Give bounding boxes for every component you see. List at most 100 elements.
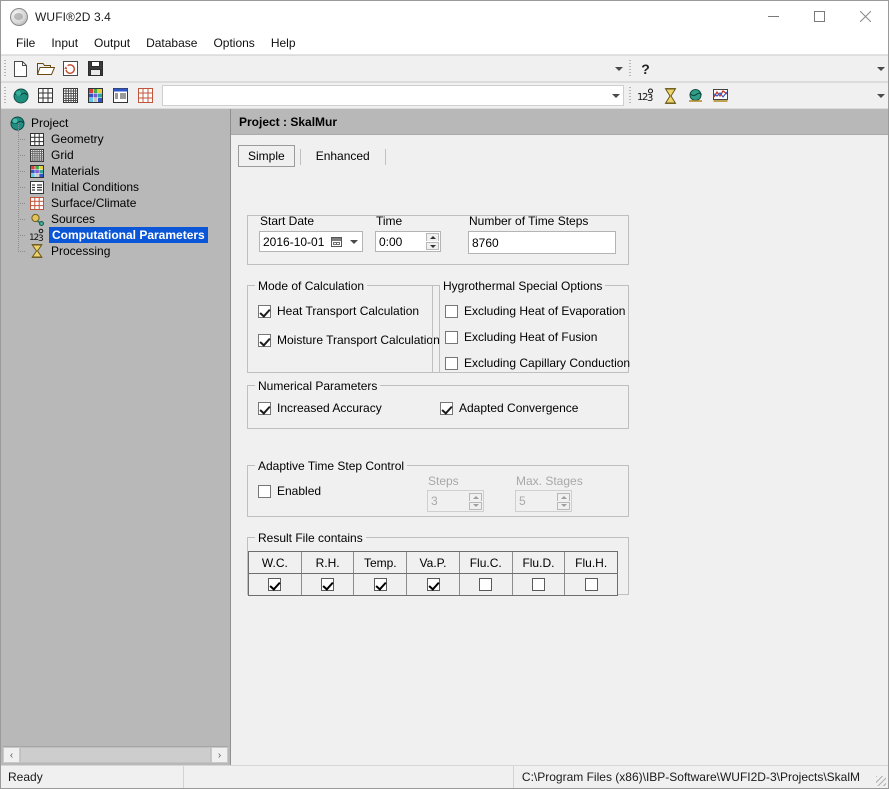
checkbox-fluc[interactable] xyxy=(479,578,493,591)
close-icon[interactable] xyxy=(842,1,888,32)
time-input[interactable]: 0:00 xyxy=(375,231,441,252)
materials-palette-icon[interactable] xyxy=(83,84,108,107)
tab-enhanced[interactable]: Enhanced xyxy=(306,145,380,167)
checkbox-rh[interactable] xyxy=(321,578,335,591)
steps-spinner-down[interactable] xyxy=(469,501,482,510)
main-panel: Project : SkalMur Simple Enhanced Start … xyxy=(231,109,888,765)
steps-input[interactable]: 3 xyxy=(427,490,484,512)
menu-item-help[interactable]: Help xyxy=(263,34,304,52)
calendar-icon[interactable] xyxy=(328,232,345,251)
checkbox-box[interactable] xyxy=(258,484,271,498)
toolbar-nav-chevron-down-icon[interactable] xyxy=(608,93,623,98)
toolbar-nav-grip[interactable] xyxy=(1,83,8,108)
surface-climate-icon[interactable] xyxy=(133,84,158,107)
max-stages-spinner-up[interactable] xyxy=(557,492,570,501)
checkbox-box[interactable] xyxy=(258,401,271,415)
help-overflow-chevron-down-icon[interactable] xyxy=(873,66,888,71)
new-document-icon[interactable] xyxy=(8,57,33,80)
checkbox-temp[interactable] xyxy=(373,578,387,591)
geometry-grid-icon xyxy=(29,132,45,147)
checkbox-wc[interactable] xyxy=(268,578,282,591)
sidebar-item-computational-parameters[interactable]: 1 2 3 Computational Parameters xyxy=(9,219,230,243)
toolbar-overflow-chevron-down-icon[interactable] xyxy=(611,66,626,71)
checkbox-adapted-convergence[interactable]: Adapted Convergence xyxy=(440,401,578,415)
grid-mesh-icon[interactable] xyxy=(58,84,83,107)
project-globe-icon[interactable] xyxy=(8,84,33,107)
number-of-time-steps-input[interactable]: 8760 xyxy=(468,231,616,254)
maximize-icon[interactable] xyxy=(796,1,842,32)
checkbox-excluding-heat-of-evaporation[interactable]: Excluding Heat of Evaporation xyxy=(445,304,625,318)
save-floppy-icon[interactable] xyxy=(83,57,108,80)
table-column-header: Flu.C. xyxy=(460,552,513,573)
sidebar-item-geometry[interactable]: Geometry xyxy=(9,123,230,147)
toolbar-grip[interactable] xyxy=(1,56,8,81)
menu-item-database[interactable]: Database xyxy=(138,34,205,52)
refresh-image-icon[interactable] xyxy=(58,57,83,80)
help-question-icon[interactable]: ? xyxy=(633,57,658,80)
time-spinner[interactable] xyxy=(425,232,440,251)
resize-grip-icon[interactable] xyxy=(872,766,888,788)
checkbox-box[interactable] xyxy=(440,401,453,415)
table-cell-fluc[interactable] xyxy=(460,574,513,595)
minimize-icon[interactable] xyxy=(750,1,796,32)
checkbox-excluding-capillary-conduction[interactable]: Excluding Capillary Conduction xyxy=(445,356,630,370)
tab-simple[interactable]: Simple xyxy=(238,145,295,167)
checkbox-adaptive-enabled[interactable]: Enabled xyxy=(258,484,321,498)
menu-item-file[interactable]: File xyxy=(8,34,43,52)
toolbar-nav-combo[interactable] xyxy=(162,85,624,106)
steps-value: 3 xyxy=(431,494,438,508)
sidebar-item-sources[interactable]: Sources xyxy=(9,203,230,227)
processing-hourglass-icon[interactable] xyxy=(658,84,683,107)
sidebar-item-processing[interactable]: Processing xyxy=(9,235,230,259)
open-folder-icon[interactable] xyxy=(33,57,58,80)
steps-spinner-up[interactable] xyxy=(469,492,482,501)
geometry-grid-icon[interactable] xyxy=(33,84,58,107)
checkbox-box[interactable] xyxy=(445,330,458,344)
checkbox-flud[interactable] xyxy=(531,578,545,591)
sidebar-item-project[interactable]: Project xyxy=(9,115,230,131)
steps-spinner[interactable] xyxy=(468,491,483,511)
table-cell-wc[interactable] xyxy=(249,574,302,595)
checkbox-vap[interactable] xyxy=(426,578,440,591)
tab-bar: Simple Enhanced xyxy=(231,135,888,167)
checkbox-box[interactable] xyxy=(258,333,271,347)
menu-item-input[interactable]: Input xyxy=(43,34,86,52)
menu-item-output[interactable]: Output xyxy=(86,34,138,52)
checkbox-excluding-heat-of-fusion[interactable]: Excluding Heat of Fusion xyxy=(445,330,597,344)
max-stages-spinner-down[interactable] xyxy=(557,501,570,510)
menu-item-options[interactable]: Options xyxy=(205,34,262,52)
checkbox-fluh[interactable] xyxy=(584,578,598,591)
max-stages-spinner[interactable] xyxy=(556,491,571,511)
time-spinner-up[interactable] xyxy=(426,233,439,241)
checkbox-heat-transport-calculation[interactable]: Heat Transport Calculation xyxy=(258,304,419,318)
toolbar-calc-grip[interactable] xyxy=(626,83,633,108)
table-cell-vap[interactable] xyxy=(407,574,460,595)
sidebar-item-grid[interactable]: Grid xyxy=(9,139,230,163)
results-globe-icon[interactable] xyxy=(683,84,708,107)
chart-results-icon[interactable] xyxy=(708,84,733,107)
initial-conditions-icon[interactable] xyxy=(108,84,133,107)
table-cell-temp[interactable] xyxy=(354,574,408,595)
start-date-input[interactable]: 2016-10-01 xyxy=(259,231,363,252)
checkbox-increased-accuracy[interactable]: Increased Accuracy xyxy=(258,401,382,415)
toolbar-help-grip[interactable] xyxy=(626,56,633,81)
scrollbar-thumb[interactable] xyxy=(20,747,211,763)
checkbox-box[interactable] xyxy=(445,304,458,318)
sidebar-item-materials[interactable]: Materials xyxy=(9,155,230,179)
sidebar-horizontal-scrollbar[interactable]: ‹ › xyxy=(3,746,228,763)
scroll-right-arrow-icon[interactable]: › xyxy=(211,747,228,763)
table-cell-fluh[interactable] xyxy=(565,574,617,595)
date-chevron-down-icon[interactable] xyxy=(345,232,362,251)
max-stages-input[interactable]: 5 xyxy=(515,490,572,512)
checkbox-box[interactable] xyxy=(258,304,271,318)
checkbox-moisture-transport-calculation[interactable]: Moisture Transport Calculation xyxy=(258,333,440,347)
sidebar-item-surface-climate[interactable]: Surface/Climate xyxy=(9,187,230,211)
scroll-left-arrow-icon[interactable]: ‹ xyxy=(3,747,20,763)
toolbar-calc-chevron-down-icon[interactable] xyxy=(873,93,888,98)
sidebar-item-initial-conditions[interactable]: Initial Conditions xyxy=(9,171,230,195)
checkbox-box[interactable] xyxy=(445,356,458,370)
table-cell-rh[interactable] xyxy=(302,574,355,595)
table-cell-flud[interactable] xyxy=(513,574,566,595)
time-spinner-down[interactable] xyxy=(426,242,439,250)
computational-parameters-icon[interactable]: 1 2 3 xyxy=(633,84,658,107)
